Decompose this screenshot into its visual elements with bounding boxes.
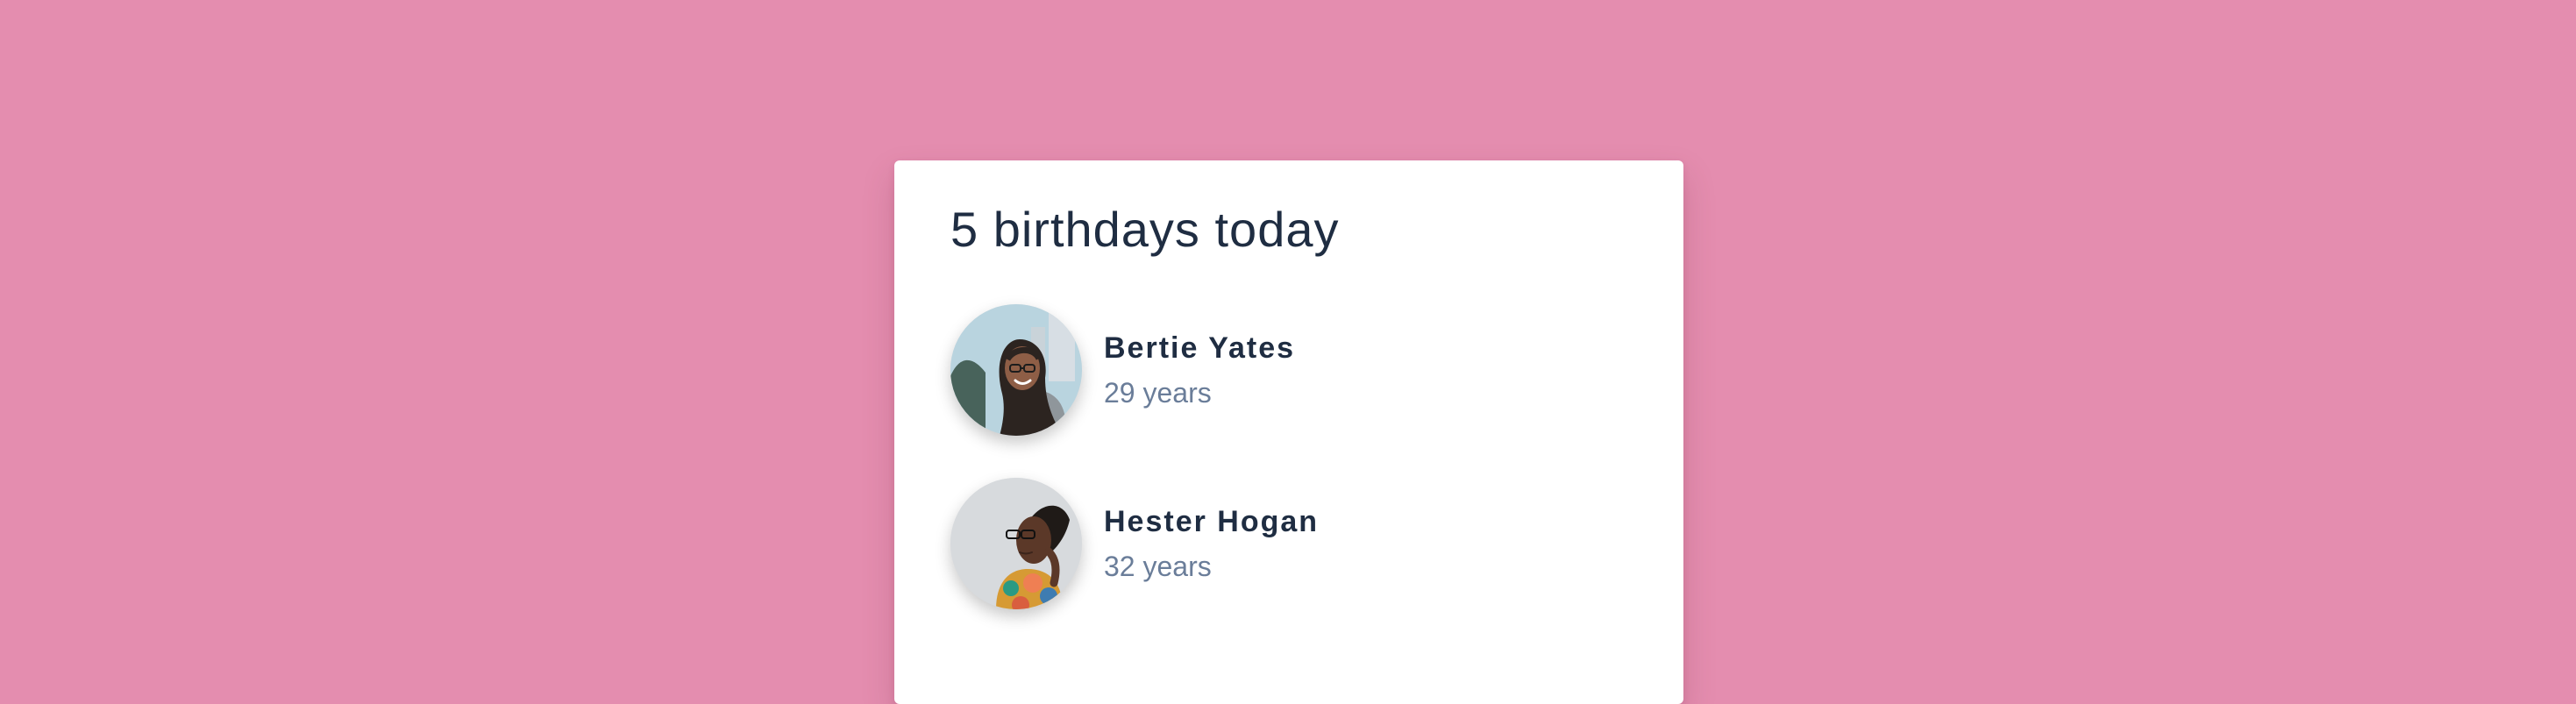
card-title: 5 birthdays today bbox=[950, 202, 1340, 257]
person-photo-icon bbox=[950, 304, 1082, 437]
avatar bbox=[950, 304, 1082, 437]
birthday-card: 5 birthdays today Bertie Yates 29 years … bbox=[894, 160, 1683, 704]
person-age: 32 years bbox=[1104, 551, 1212, 583]
person-info: Bertie Yates 29 years bbox=[1104, 331, 1295, 410]
person-photo-icon bbox=[950, 478, 1082, 610]
birthday-list-item[interactable]: Hester Hogan 32 years bbox=[950, 478, 1627, 610]
person-info: Hester Hogan 32 years bbox=[1104, 504, 1319, 584]
birthday-list: Bertie Yates 29 years Hester Hogan 32 ye… bbox=[950, 304, 1627, 610]
person-name: Bertie Yates bbox=[1104, 331, 1296, 365]
birthday-list-item[interactable]: Bertie Yates 29 years bbox=[950, 304, 1627, 437]
person-age: 29 years bbox=[1104, 377, 1212, 409]
avatar bbox=[950, 478, 1082, 610]
person-name: Hester Hogan bbox=[1104, 504, 1320, 538]
